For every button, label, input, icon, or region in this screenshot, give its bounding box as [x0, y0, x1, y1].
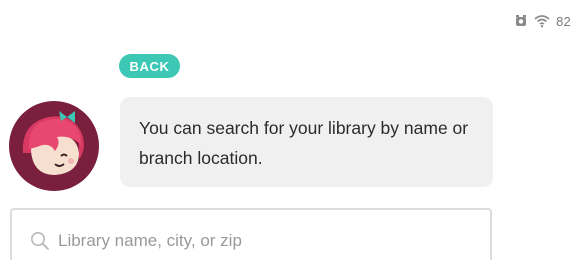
wifi-icon [534, 14, 550, 28]
assistant-message-bubble: You can search for your library by name … [120, 97, 493, 187]
library-search-screen: 82 BACK You can search for your library … [0, 0, 571, 260]
battery-level: 82 [556, 13, 571, 29]
library-search-input[interactable] [58, 230, 458, 252]
assistant-message-text: You can search for your library by name … [139, 118, 469, 168]
search-icon [30, 231, 50, 251]
library-search-box[interactable] [10, 208, 492, 260]
libby-avatar [9, 101, 99, 191]
alarm-icon [514, 14, 528, 28]
back-button[interactable]: BACK [119, 54, 180, 78]
status-bar: 82 [514, 12, 571, 30]
